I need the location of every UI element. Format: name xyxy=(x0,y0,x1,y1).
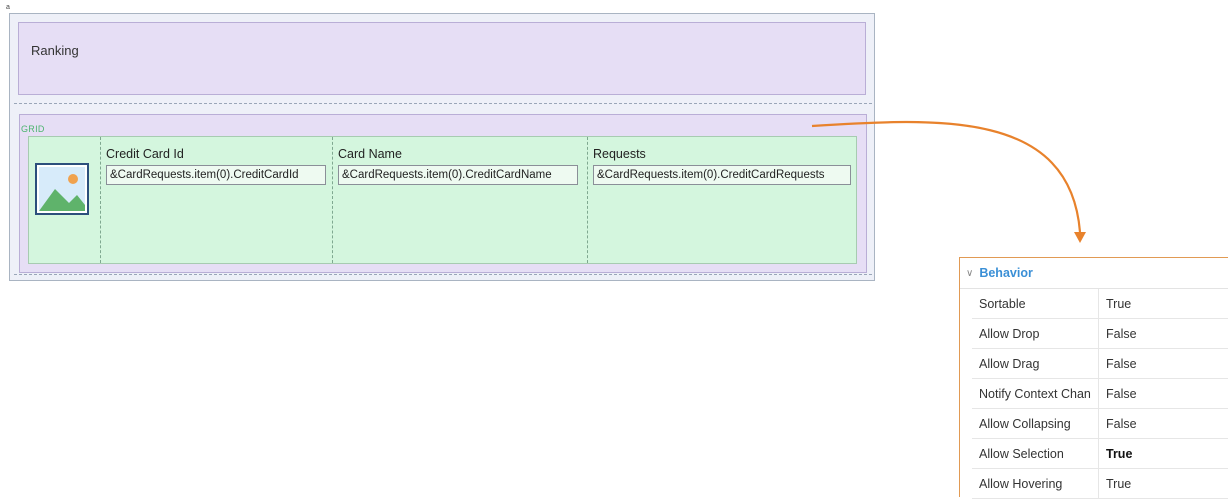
property-row-notify-context-change[interactable]: Notify Context Chan False xyxy=(972,379,1228,409)
property-row-allow-selection[interactable]: Allow Selection True xyxy=(972,439,1228,469)
property-row-allow-drop[interactable]: Allow Drop False xyxy=(972,319,1228,349)
property-value[interactable]: False xyxy=(1099,357,1137,371)
property-value[interactable]: True xyxy=(1099,477,1131,491)
property-row-allow-drag[interactable]: Allow Drag False xyxy=(972,349,1228,379)
property-name: Allow Selection xyxy=(972,439,1099,468)
property-value[interactable]: False xyxy=(1099,327,1137,341)
property-row-sortable[interactable]: Sortable True xyxy=(972,289,1228,319)
grid-table[interactable]: Credit Card Id &CardRequests.item(0).Cre… xyxy=(28,136,857,264)
property-name: Notify Context Chan xyxy=(972,379,1099,408)
grid-column-requests[interactable]: Requests &CardRequests.item(0).CreditCar… xyxy=(588,137,856,263)
field-card-name[interactable]: &CardRequests.item(0).CreditCardName xyxy=(338,165,578,185)
property-value[interactable]: True xyxy=(1099,297,1131,311)
grid-image-cell[interactable] xyxy=(29,137,101,263)
property-name: Allow Drop xyxy=(972,319,1099,348)
properties-panel: ∨ Behavior Sortable True Allow Drop Fals… xyxy=(959,257,1228,499)
behavior-section-title: Behavior xyxy=(979,266,1033,280)
designer-canvas[interactable]: Ranking GRID Credit Card Id &CardRequest… xyxy=(9,13,875,281)
grid-column-credit-card-id[interactable]: Credit Card Id &CardRequests.item(0).Cre… xyxy=(101,137,333,263)
corner-mark: a xyxy=(6,4,10,11)
ranking-label: Ranking xyxy=(31,43,79,58)
property-value[interactable]: False xyxy=(1099,387,1137,401)
property-row-allow-hovering[interactable]: Allow Hovering True xyxy=(972,469,1228,499)
field-credit-card-id[interactable]: &CardRequests.item(0).CreditCardId xyxy=(106,165,326,185)
image-placeholder-icon xyxy=(35,163,89,215)
property-row-allow-collapsing[interactable]: Allow Collapsing False xyxy=(972,409,1228,439)
property-value[interactable]: False xyxy=(1099,417,1137,431)
property-name: Allow Hovering xyxy=(972,469,1099,498)
property-value[interactable]: True xyxy=(1099,447,1132,461)
chevron-down-icon[interactable]: ∨ xyxy=(966,268,973,279)
column-header-credit-card-id: Credit Card Id xyxy=(106,147,184,161)
ranking-textblock[interactable]: Ranking xyxy=(18,22,866,95)
grid-column-card-name[interactable]: Card Name &CardRequests.item(0).CreditCa… xyxy=(333,137,588,263)
property-name: Sortable xyxy=(972,289,1099,318)
property-name: Allow Collapsing xyxy=(972,409,1099,438)
field-requests[interactable]: &CardRequests.item(0).CreditCardRequests xyxy=(593,165,851,185)
column-header-card-name: Card Name xyxy=(338,147,402,161)
grid-label: GRID xyxy=(21,124,45,134)
column-header-requests: Requests xyxy=(593,147,646,161)
property-name: Allow Drag xyxy=(972,349,1099,378)
behavior-section-header[interactable]: ∨ Behavior xyxy=(960,258,1228,289)
